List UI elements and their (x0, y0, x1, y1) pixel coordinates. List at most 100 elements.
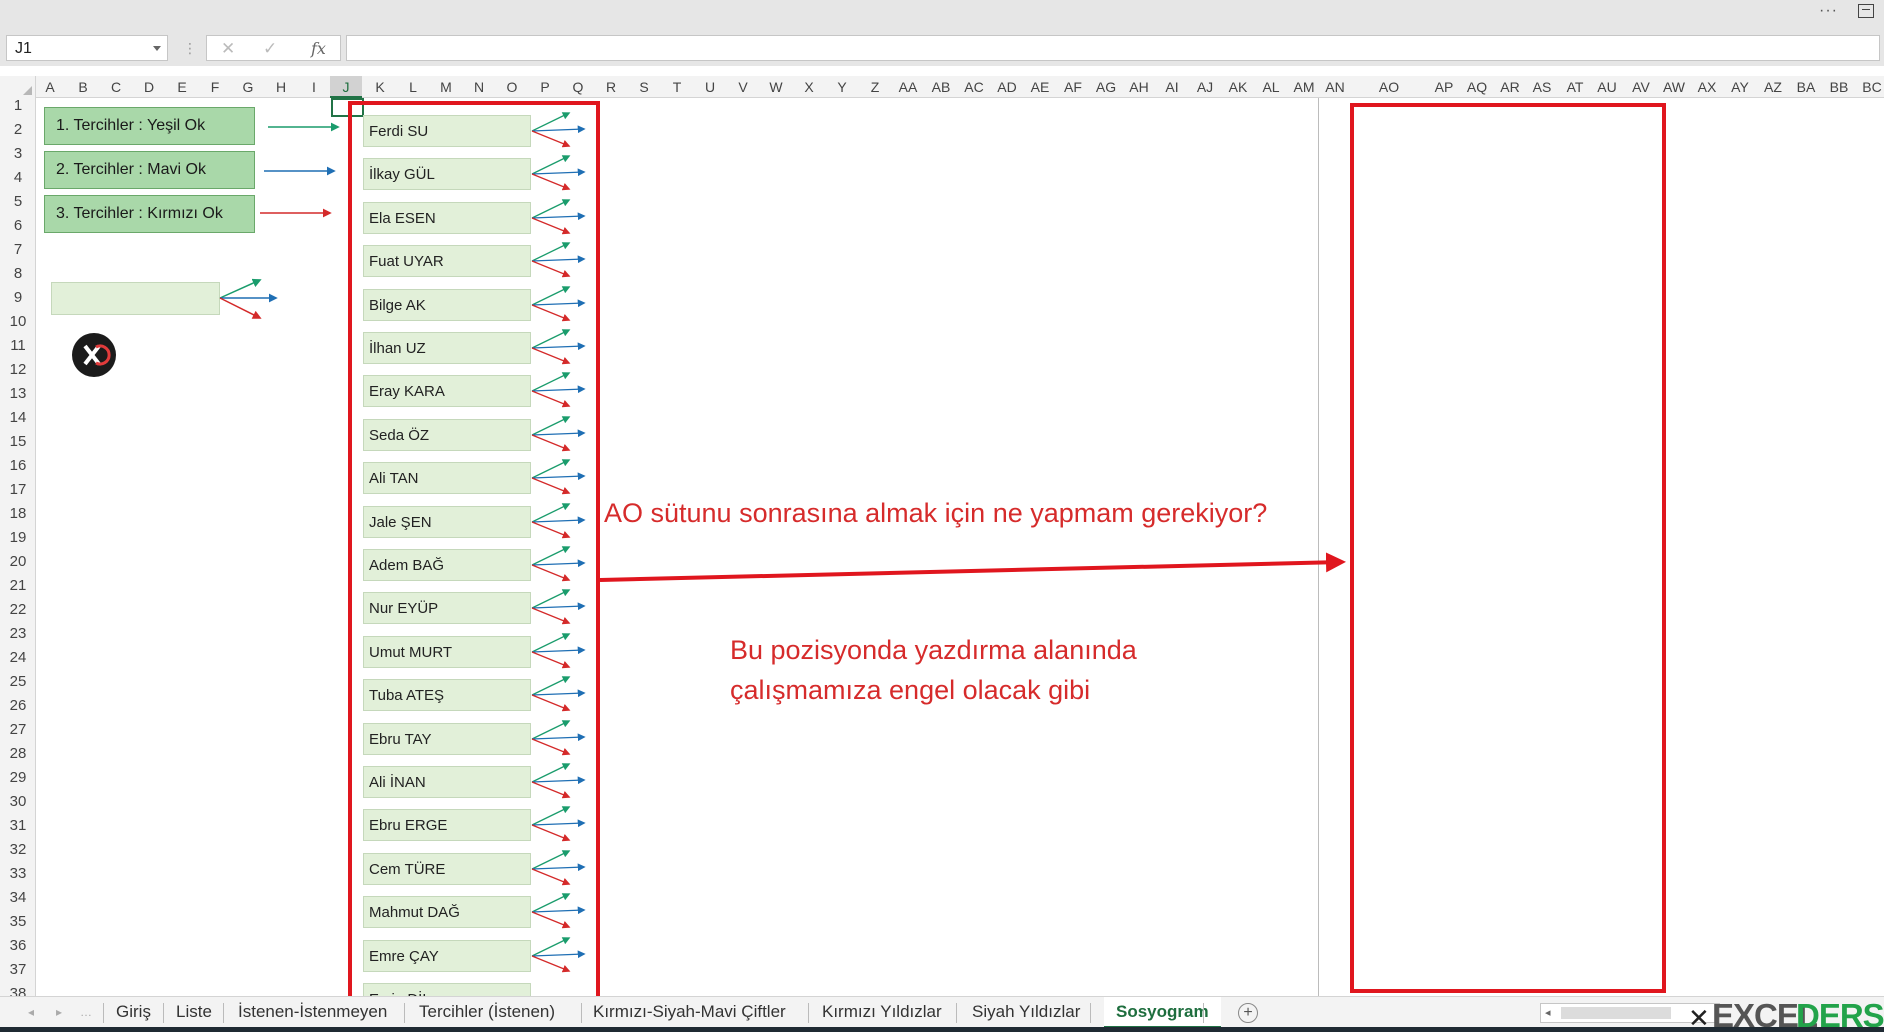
sheet-tab[interactable]: Giriş (116, 997, 151, 1029)
student-box[interactable]: Ali İNAN (363, 766, 531, 798)
row-header-10[interactable]: 10 (0, 310, 35, 334)
column-header-ay[interactable]: AY (1724, 76, 1757, 98)
column-header-j[interactable]: J (330, 76, 362, 98)
student-box[interactable]: Fuat UYAR (363, 245, 531, 277)
column-header-ah[interactable]: AH (1123, 76, 1156, 98)
row-header-24[interactable]: 24 (0, 646, 35, 670)
row-header-11[interactable]: 11 (0, 334, 35, 358)
legend-green-box[interactable]: 1. Tercihler : Yeşil Ok (44, 107, 255, 145)
sheet-tab[interactable]: Kırmızı-Siyah-Mavi Çiftler (593, 997, 786, 1029)
column-header-ao[interactable]: AO (1362, 76, 1416, 98)
column-header-aj[interactable]: AJ (1189, 76, 1222, 98)
column-header-aa[interactable]: AA (892, 76, 925, 98)
column-header-b[interactable]: B (67, 76, 100, 98)
row-header-13[interactable]: 13 (0, 382, 35, 406)
row-header-28[interactable]: 28 (0, 742, 35, 766)
row-header-35[interactable]: 35 (0, 910, 35, 934)
restore-window-icon[interactable] (1858, 4, 1874, 18)
row-header-33[interactable]: 33 (0, 862, 35, 886)
legend-blue-box[interactable]: 2. Tercihler : Mavi Ok (44, 151, 255, 189)
row-header-32[interactable]: 32 (0, 838, 35, 862)
student-box[interactable]: Tuba ATEŞ (363, 679, 531, 711)
column-header-y[interactable]: Y (826, 76, 859, 98)
column-header-w[interactable]: W (760, 76, 793, 98)
formula-bar-grip-icon[interactable]: ⋮ (183, 40, 197, 57)
column-header-ag[interactable]: AG (1090, 76, 1123, 98)
row-header-21[interactable]: 21 (0, 574, 35, 598)
column-header-r[interactable]: R (595, 76, 628, 98)
column-header-f[interactable]: F (199, 76, 232, 98)
column-header-as[interactable]: AS (1526, 76, 1558, 98)
column-header-ab[interactable]: AB (925, 76, 958, 98)
row-header-36[interactable]: 36 (0, 934, 35, 958)
column-header-c[interactable]: C (100, 76, 133, 98)
scroll-tabs-left-icon[interactable]: ◂ (28, 1005, 34, 1019)
scroll-left-icon[interactable]: ◂ (1545, 1006, 1551, 1019)
row-header-34[interactable]: 34 (0, 886, 35, 910)
row-header-22[interactable]: 22 (0, 598, 35, 622)
column-header-t[interactable]: T (661, 76, 694, 98)
insert-function-icon[interactable]: fx (311, 39, 326, 58)
column-header-au[interactable]: AU (1591, 76, 1623, 98)
column-header-ba[interactable]: BA (1790, 76, 1823, 98)
column-header-g[interactable]: G (232, 76, 265, 98)
row-header-9[interactable]: 9 (0, 286, 35, 310)
row-header-29[interactable]: 29 (0, 766, 35, 790)
column-header-ae[interactable]: AE (1024, 76, 1057, 98)
student-box[interactable]: Adem BAĞ (363, 549, 531, 581)
column-header-o[interactable]: O (496, 76, 529, 98)
add-sheet-icon[interactable]: + (1238, 1003, 1258, 1023)
cancel-icon[interactable]: ✕ (221, 39, 235, 59)
student-box[interactable]: Ebru TAY (363, 723, 531, 755)
student-box[interactable]: Cem TÜRE (363, 853, 531, 885)
column-header-v[interactable]: V (727, 76, 760, 98)
more-options-icon[interactable]: ··· (1819, 2, 1838, 20)
column-header-af[interactable]: AF (1057, 76, 1090, 98)
row-header-16[interactable]: 16 (0, 454, 35, 478)
row-header-23[interactable]: 23 (0, 622, 35, 646)
column-header-av[interactable]: AV (1625, 76, 1658, 98)
column-header-aq[interactable]: AQ (1461, 76, 1494, 98)
chevron-down-icon[interactable] (153, 46, 161, 51)
scrollbar-thumb[interactable] (1561, 1007, 1671, 1019)
column-header-ad[interactable]: AD (991, 76, 1024, 98)
column-header-ax[interactable]: AX (1691, 76, 1724, 98)
student-box[interactable]: Ferdi SU (363, 115, 531, 147)
row-header-25[interactable]: 25 (0, 670, 35, 694)
column-header-k[interactable]: K (364, 76, 397, 98)
column-header-am[interactable]: AM (1289, 76, 1320, 98)
column-header-u[interactable]: U (694, 76, 727, 98)
row-header-15[interactable]: 15 (0, 430, 35, 454)
column-header-bb[interactable]: BB (1823, 76, 1856, 98)
row-header-1[interactable]: 1 (0, 98, 35, 118)
student-box[interactable]: Ali TAN (363, 462, 531, 494)
student-box[interactable]: Ela ESEN (363, 202, 531, 234)
student-box[interactable]: İlhan UZ (363, 332, 531, 364)
column-header-ac[interactable]: AC (958, 76, 991, 98)
row-header-26[interactable]: 26 (0, 694, 35, 718)
student-box[interactable]: İlkay GÜL (363, 158, 531, 190)
row-header-4[interactable]: 4 (0, 166, 35, 190)
student-box[interactable]: Nur EYÜP (363, 592, 531, 624)
question-annotation[interactable]: AO sütunu sonrasına almak için ne yapmam… (604, 498, 1267, 529)
sheet-tab[interactable]: Kırmızı Yıldızlar (822, 997, 942, 1029)
row-header-2[interactable]: 2 (0, 118, 35, 142)
column-header-z[interactable]: Z (859, 76, 892, 98)
student-box[interactable]: Ebru ERGE (363, 809, 531, 841)
note-annotation[interactable]: Bu pozisyonda yazdırma alanında çalışmam… (730, 630, 1250, 710)
more-tabs-icon[interactable]: … (80, 1005, 92, 1019)
column-header-al[interactable]: AL (1255, 76, 1288, 98)
column-header-ar[interactable]: AR (1494, 76, 1526, 98)
target-area-highlight-rect[interactable] (1350, 103, 1666, 993)
column-header-n[interactable]: N (463, 76, 496, 98)
column-header-bc[interactable]: BC (1856, 76, 1884, 98)
enter-check-icon[interactable]: ✓ (263, 39, 277, 59)
row-header-5[interactable]: 5 (0, 190, 35, 214)
sheet-tab[interactable]: Liste (176, 997, 212, 1029)
formula-input[interactable] (346, 35, 1880, 61)
row-header-37[interactable]: 37 (0, 958, 35, 982)
student-box[interactable]: Emre ÇAY (363, 940, 531, 972)
column-header-e[interactable]: E (166, 76, 199, 98)
column-header-aw[interactable]: AW (1658, 76, 1691, 98)
student-box[interactable]: Jale ŞEN (363, 506, 531, 538)
